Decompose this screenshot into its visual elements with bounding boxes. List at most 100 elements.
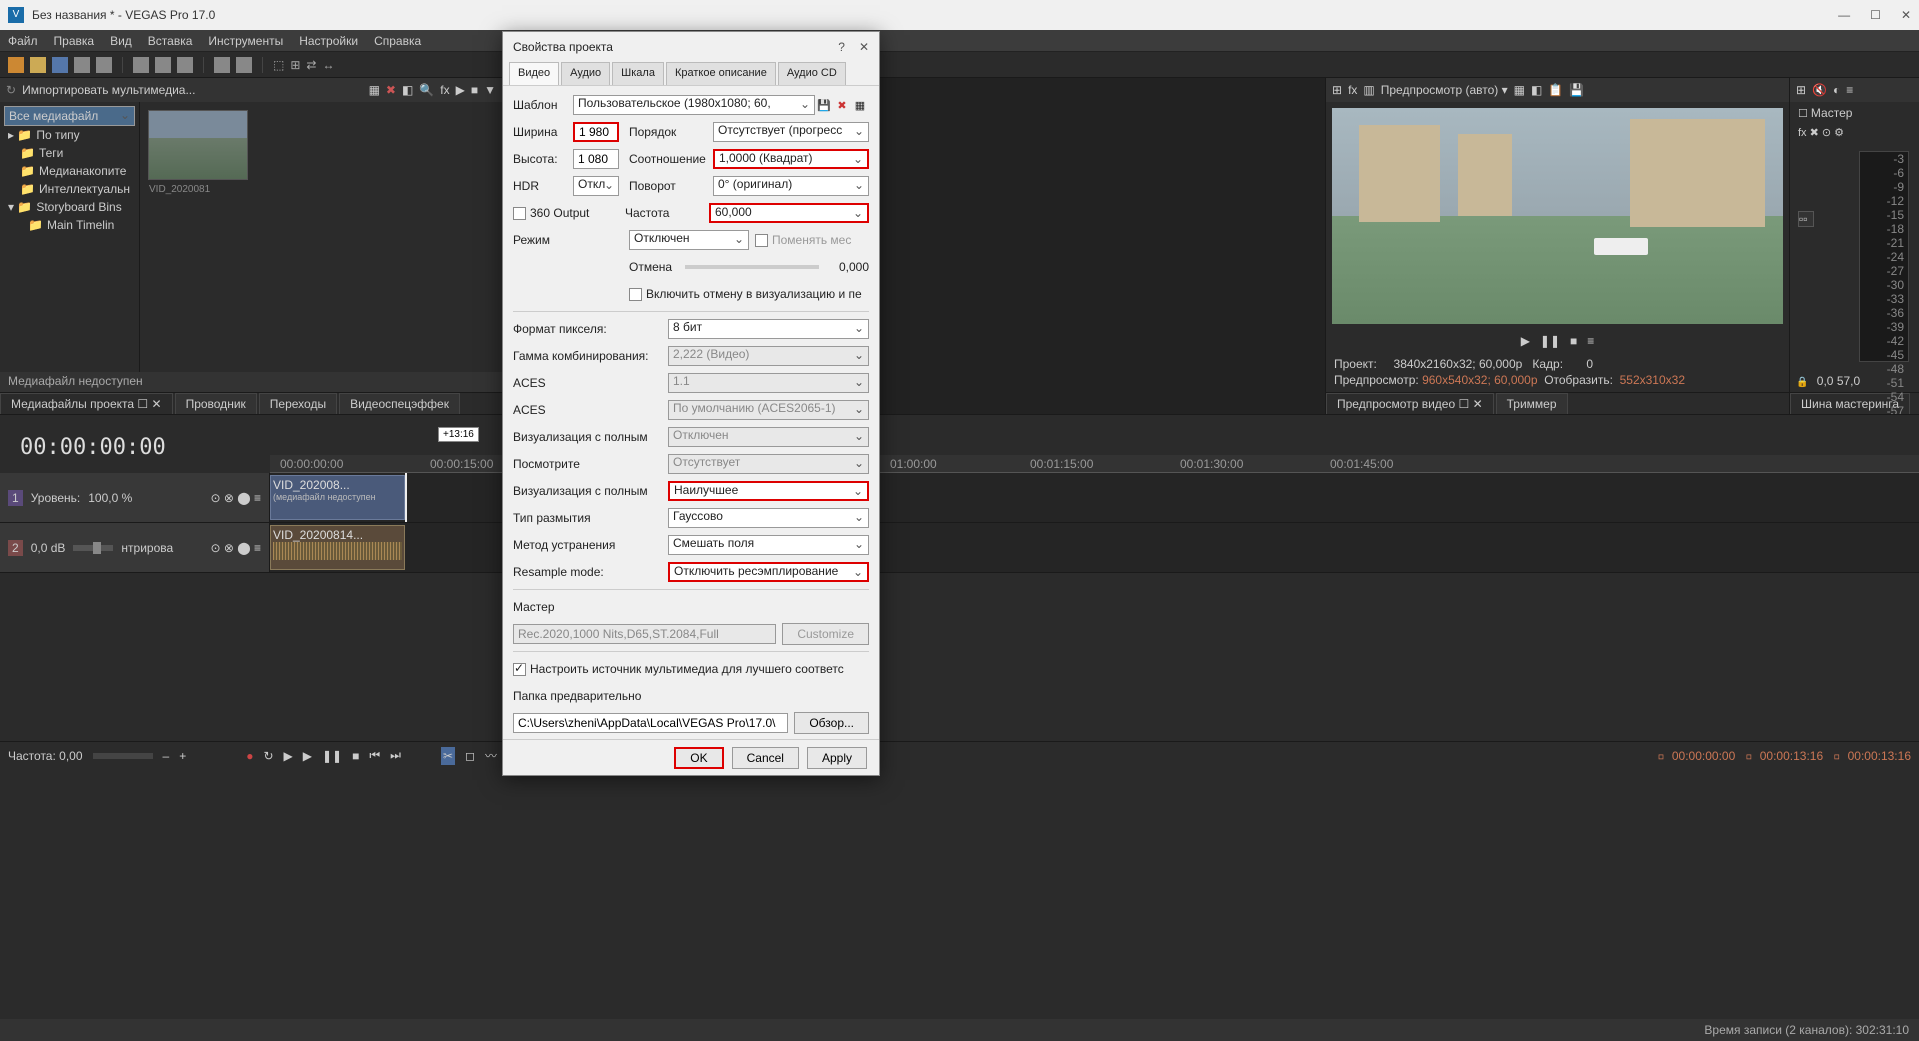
audio-clip[interactable]: VID_20200814... [270,525,405,570]
select-tool-icon[interactable]: ◻ [465,749,475,763]
audio-track-header[interactable]: 2 0,0 dB нтрирова ⊙ ⊗ ⬤ ≡ [0,523,270,572]
pixel-format-select[interactable]: 8 бит [668,319,869,339]
resample-mode-select[interactable]: Отключить ресэмплирование [668,562,869,582]
redo-icon[interactable] [236,57,252,73]
width-input[interactable] [573,122,619,142]
blur-type-select[interactable]: Гауссово [668,508,869,528]
preview-menu-icon[interactable]: ≡ [1587,334,1594,348]
video-clip[interactable]: VID_202008... (медиафайл недоступен [270,475,405,520]
dlg-tab-video[interactable]: Видео [509,62,559,85]
new-icon[interactable] [8,57,24,73]
paste-icon[interactable] [177,57,193,73]
dialog-close-icon[interactable]: ✕ [859,40,869,54]
master-solo-button[interactable]: ▫▫ [1798,211,1814,227]
render-icon[interactable] [74,57,90,73]
cancel-button[interactable]: Cancel [732,747,799,769]
field-order-select[interactable]: Отсутствует (прогресс [713,122,869,142]
output360-checkbox[interactable] [513,207,526,220]
aspect-ratio-select[interactable]: 1,0000 (Квадрат) [713,149,869,169]
import-media-button[interactable]: Импортировать мультимедиа... [22,83,195,97]
mute-icon[interactable]: 🔇 [1812,83,1827,97]
menu-edit[interactable]: Правка [54,34,95,48]
dlg-tab-audio[interactable]: Аудио [561,62,610,85]
menu-file[interactable]: Файл [8,34,38,48]
dlg-tab-ruler[interactable]: Шкала [612,62,664,85]
master-menu-icon[interactable]: ≡ [1846,83,1853,97]
tab-project-media[interactable]: Медиафайлы проекта ☐ ✕ [0,393,173,415]
template-select[interactable]: Пользовательское (1980x1080; 60, [573,95,815,115]
play-icon[interactable]: ▶ [303,749,312,763]
tree-tags[interactable]: 📁 Теги [4,144,135,162]
remove-icon[interactable]: ✖ [386,83,396,97]
tree-media-drives[interactable]: 📁 Медианакопите [4,162,135,180]
play-icon[interactable]: ▶ [456,83,465,97]
prerender-folder-input[interactable] [513,713,788,733]
view-icon[interactable]: ▦ [369,83,380,97]
tab-video-preview[interactable]: Предпросмотр видео ☐ ✕ [1326,393,1494,415]
minimize-button[interactable]: — [1838,8,1850,22]
edit-tool-icon[interactable]: ✂ [441,747,455,765]
template-save-icon[interactable]: 💾 [815,96,833,114]
dlg-tab-summary[interactable]: Краткое описание [666,62,776,85]
ok-button[interactable]: OK [674,747,723,769]
tree-storyboard[interactable]: ▾ 📁 Storyboard Bins [4,198,135,216]
rotation-select[interactable]: 0° (оригинал) [713,176,869,196]
go-end-icon[interactable]: ⏭ [390,748,401,763]
zoom-in-icon[interactable]: + [179,749,186,763]
template-delete-icon[interactable]: ✖ [833,96,851,114]
tab-trimmer[interactable]: Триммер [1496,393,1568,415]
menu-help[interactable]: Справка [374,34,421,48]
zoom-out-icon[interactable]: – [163,749,170,763]
tag-icon[interactable]: ◧ [402,83,413,97]
fx-icon[interactable]: fx [440,83,449,97]
dropdown-icon[interactable]: ▼ [484,83,496,97]
stop-icon[interactable]: ■ [352,749,359,763]
swap-checkbox[interactable] [755,234,768,247]
open-icon[interactable] [30,57,46,73]
hdr-select[interactable]: Откл [573,176,619,196]
preview-copy-icon[interactable]: 📋 [1548,83,1563,97]
browse-button[interactable]: Обзор... [794,712,869,734]
dlg-tab-audiocd[interactable]: Аудио CD [778,62,846,85]
menu-tools[interactable]: Инструменты [208,34,283,48]
tree-all-media[interactable]: Все медиафайл [4,106,135,126]
deinterlace-select[interactable]: Смешать поля [668,535,869,555]
tab-explorer[interactable]: Проводник [175,393,257,415]
preview-save-icon[interactable]: 💾 [1569,83,1584,97]
autoripple-icon[interactable]: ↔ [322,58,334,72]
preview-fx-icon[interactable]: fx [1348,83,1357,97]
tree-smart[interactable]: 📁 Интеллектуальн [4,180,135,198]
full-render-quality-select[interactable]: Наилучшее [668,481,869,501]
maximize-button[interactable]: ☐ [1870,8,1881,22]
cursor-icon[interactable]: ⬚ [273,58,284,72]
height-input[interactable] [573,149,619,169]
adjust-source-checkbox[interactable] [513,663,526,676]
dialog-help-icon[interactable]: ? [838,40,845,54]
preview-pause-icon[interactable]: ❚❚ [1540,334,1560,348]
stereo-mode-select[interactable]: Отключен [629,230,749,250]
preview-stop-icon[interactable]: ■ [1570,334,1577,348]
dim-icon[interactable]: ◐ [1833,83,1840,97]
apply-button[interactable]: Apply [807,747,867,769]
preview-split-icon[interactable]: ▥ [1363,83,1374,97]
record-icon[interactable]: ● [246,749,253,763]
tree-main-timeline[interactable]: 📁 Main Timelin [4,216,135,234]
menu-settings[interactable]: Настройки [299,34,358,48]
save-icon[interactable] [52,57,68,73]
envelope-tool-icon[interactable]: 〰 [485,747,497,764]
template-match-icon[interactable]: ▦ [851,96,869,114]
tab-transitions[interactable]: Переходы [259,393,337,415]
menu-view[interactable]: Вид [110,34,132,48]
ripple-icon[interactable]: ⇄ [306,58,316,72]
close-button[interactable]: ✕ [1901,8,1911,22]
snap-icon[interactable]: ⊞ [290,58,300,72]
cut-icon[interactable] [133,57,149,73]
preview-ext-icon[interactable]: ⊞ [1332,83,1342,97]
media-thumbnail[interactable]: VID_2020081 [148,110,248,180]
preview-overlay-icon[interactable]: ◧ [1531,83,1542,97]
framerate-select[interactable]: 60,000 [709,203,869,223]
stop-icon[interactable]: ■ [471,83,478,97]
preview-grid-icon[interactable]: ▦ [1514,83,1525,97]
include-undo-checkbox[interactable] [629,288,642,301]
timeline-timecode[interactable]: 00:00:00:00 [20,435,166,460]
